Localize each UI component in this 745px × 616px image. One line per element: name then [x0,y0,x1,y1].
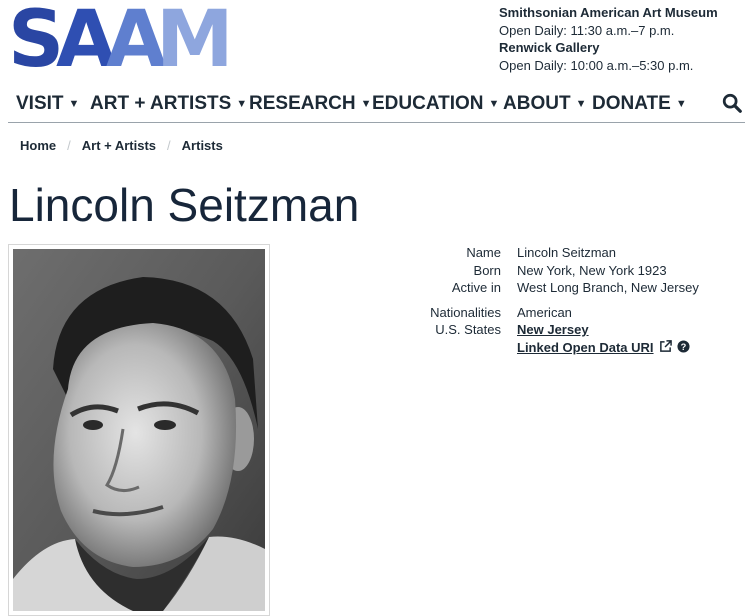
detail-label: Born [473,262,501,278]
linked-open-data-link[interactable]: Linked Open Data URI [517,340,654,355]
nav-art-artists[interactable]: ART + ARTISTS ▼ [90,93,247,115]
breadcrumb: Home / Art + Artists / Artists [20,138,223,153]
breadcrumb-separator: / [67,138,71,153]
nav-visit[interactable]: VISIT ▼ [16,93,79,115]
detail-value: West Long Branch, New Jersey [517,280,699,295]
gallery-hours-text: Open Daily: 10:00 a.m.–5:30 p.m. [499,57,694,73]
breadcrumb-home[interactable]: Home [20,138,56,153]
main-nav: VISIT ▼ ART + ARTISTS ▼ RESEARCH ▼ EDUCATIO… [8,90,745,123]
nav-research[interactable]: RESEARCH ▼ [249,93,372,115]
caret-down-icon: ▼ [575,98,587,110]
logo-letter: M [156,0,234,85]
page-title: Lincoln Seitzman [9,179,360,231]
detail-value: New Jersey [517,321,589,339]
nav-about[interactable]: ABOUT ▼ [503,93,586,115]
logo-letter: A [56,0,116,85]
nav-label: EDUCATION [372,93,484,114]
nav-label: ABOUT [503,93,571,114]
breadcrumb-art-artists[interactable]: Art + Artists [82,138,156,153]
gallery-name[interactable]: Renwick Gallery [499,39,718,57]
breadcrumb-separator: / [167,138,171,153]
nav-label: ART + ARTISTS [90,93,232,114]
detail-label: Nationalities [430,304,501,320]
caret-down-icon: ▼ [236,98,248,110]
search-icon[interactable] [721,92,743,114]
artist-portrait-image [13,249,265,611]
museum-hours-text: Open Daily: 11:30 a.m.–7 p.m. [499,22,675,38]
nav-label: DONATE [592,93,671,114]
logo-letter: S [8,0,64,85]
external-link-icon[interactable] [659,339,672,353]
saam-logo[interactable]: S A A M [8,0,234,85]
detail-value: American [517,304,572,320]
logo-letter: A [106,0,166,85]
museum-name[interactable]: Smithsonian American Art Museum [499,4,718,22]
caret-down-icon: ▼ [675,98,687,110]
detail-label: Name [466,245,501,260]
breadcrumb-artists[interactable]: Artists [182,138,223,153]
state-link[interactable]: New Jersey [517,322,589,337]
nav-label: RESEARCH [249,93,356,114]
nav-education[interactable]: EDUCATION ▼ [372,93,499,115]
detail-value: New York, New York 1923 [517,262,667,278]
help-icon[interactable]: ? [677,339,690,353]
nav-donate[interactable]: DONATE ▼ [592,93,687,115]
museum-hours: Smithsonian American Art Museum Open Dai… [499,4,718,74]
detail-value: Linked Open Data URI ? [517,339,690,357]
caret-down-icon: ▼ [488,98,500,110]
detail-label: Active in [451,280,501,295]
svg-text:?: ? [680,341,686,351]
detail-label: U.S. States [435,322,501,337]
caret-down-icon: ▼ [360,98,372,110]
caret-down-icon: ▼ [68,98,80,110]
nav-label: VISIT [16,93,64,114]
artist-photo[interactable] [8,244,270,616]
detail-value: Lincoln Seitzman [517,245,616,260]
